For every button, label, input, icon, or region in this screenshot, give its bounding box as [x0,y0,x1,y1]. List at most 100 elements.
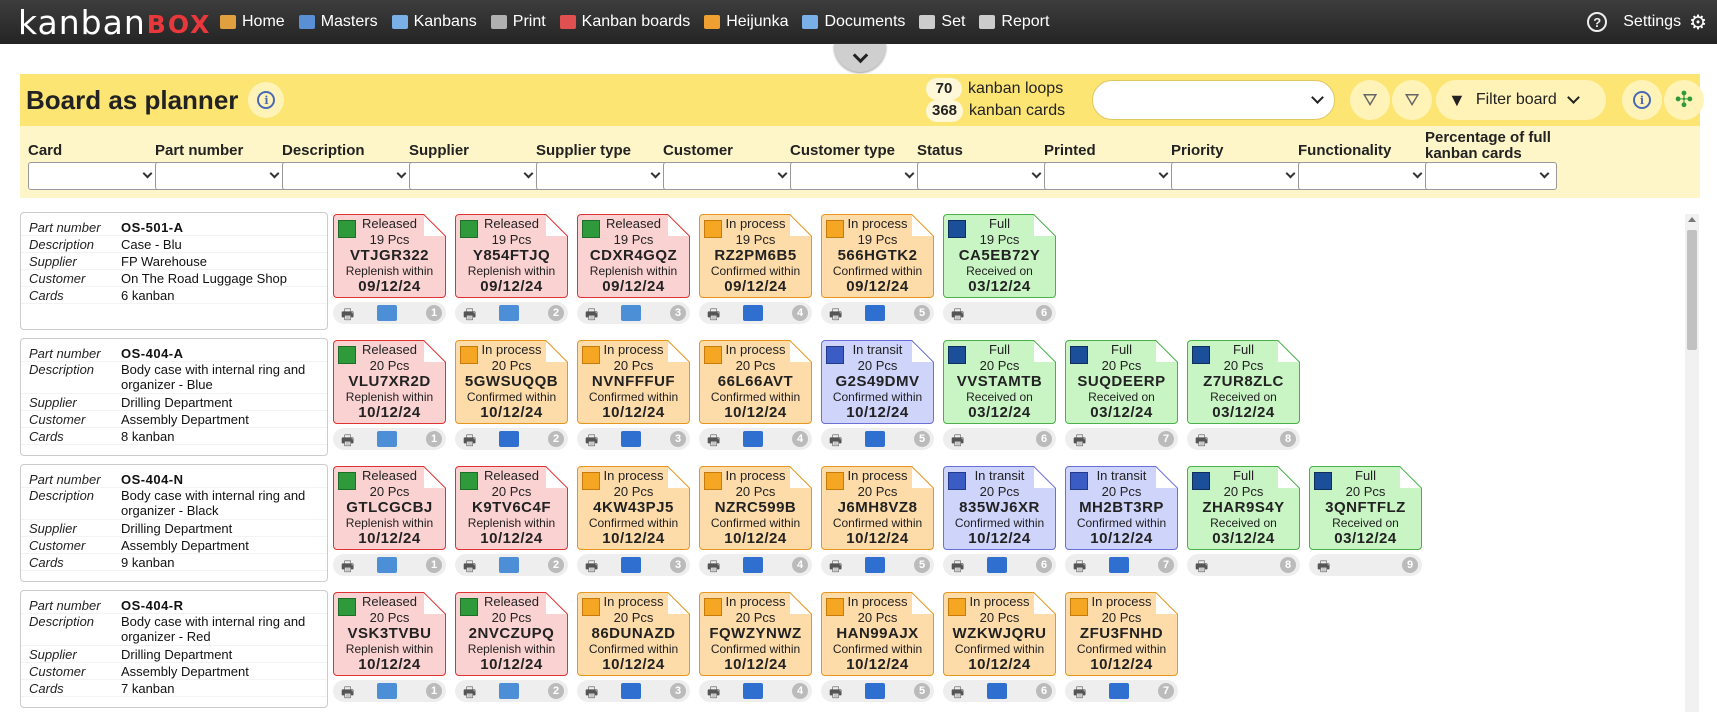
send-icon[interactable] [621,557,641,573]
remove-filter-button[interactable]: ⛛ [1392,80,1432,120]
filter-board-dropdown[interactable]: ▼ Filter board [1436,80,1606,120]
print-icon[interactable]: 🖶 [707,682,725,700]
scrollbar-thumb[interactable] [1687,230,1697,350]
update-icon[interactable] [499,305,519,321]
update-icon[interactable] [377,683,397,699]
update-icon[interactable] [377,431,397,447]
kanban-card[interactable]: In process 20 Pcs NVNFFFUF Confirmed within… [577,340,690,424]
update-icon[interactable] [377,557,397,573]
gear-icon[interactable]: ⚙ [1689,10,1707,35]
kanban-card[interactable]: Released 20 Pcs GTLCGCBJ Replenish within 10… [333,466,446,550]
kanban-card[interactable]: Released 19 Pcs CDXR4GQZ Replenish within 09… [577,214,690,298]
add-filter-button[interactable]: ⛛ [1350,80,1390,120]
kanban-card[interactable]: In transit 20 Pcs MH2BT3RP Confirmed within… [1065,466,1178,550]
print-icon[interactable]: 🖶 [585,304,603,322]
part-info-card[interactable]: Part number OS-404-R Description Body case … [20,590,328,708]
update-icon[interactable] [499,683,519,699]
kanban-card[interactable]: In process 20 Pcs WZKWJQRU Confirmed within… [943,592,1056,676]
board-info-button[interactable]: i [1622,80,1662,120]
nav-item-documents[interactable]: Documents [802,13,905,31]
kanban-card[interactable]: In process 20 Pcs FQWZYNWZ Confirmed within… [699,592,812,676]
print-icon[interactable]: 🖶 [829,682,847,700]
print-icon[interactable]: 🖶 [341,682,359,700]
print-icon[interactable]: 🖶 [1195,556,1213,574]
kanban-card[interactable]: In process 20 Pcs NZRC599B Confirmed within… [699,466,812,550]
kanban-card[interactable]: Full 20 Pcs VVSTAMTB Received on 03/12/24 [943,340,1056,424]
kanban-card[interactable]: Released 20 Pcs K9TV6C4F Replenish within 10… [455,466,568,550]
send-icon[interactable] [865,683,885,699]
send-icon[interactable] [743,431,763,447]
filter-select-functionality[interactable] [1298,162,1430,190]
help-icon[interactable]: ? [1587,12,1608,32]
kanban-card[interactable]: Released 20 Pcs 2NVCZUPQ Replenish within 10… [455,592,568,676]
send-icon[interactable] [865,305,885,321]
send-icon[interactable] [621,431,641,447]
kanban-card[interactable]: Released 19 Pcs Y854FTJQ Replenish within 09… [455,214,568,298]
part-info-card[interactable]: Part number OS-404-A Description Body case … [20,338,328,456]
kanban-card[interactable]: Released 19 Pcs VTJGR322 Replenish within 09… [333,214,446,298]
kanban-card[interactable]: In process 20 Pcs 86DUNAZD Confirmed within… [577,592,690,676]
send-icon[interactable] [743,683,763,699]
print-icon[interactable]: 🖶 [463,682,481,700]
nav-item-kanbans[interactable]: Kanbans [391,13,477,31]
board-search-select[interactable] [1092,80,1335,120]
update-icon[interactable] [621,305,641,321]
kanban-card[interactable]: Full 19 Pcs CA5EB72Y Received on 03/12/24 [943,214,1056,298]
kanban-card[interactable]: Full 20 Pcs 3QNFTFLZ Received on 03/12/24 [1309,466,1422,550]
send-icon[interactable] [743,557,763,573]
filter-select-percentage-of-full-kanban-cards[interactable] [1425,162,1557,190]
send-icon[interactable] [743,305,763,321]
filter-select-description[interactable] [282,162,414,190]
kanban-card[interactable]: Full 20 Pcs ZHAR9S4Y Received on 03/12/24 [1187,466,1300,550]
filter-select-customer[interactable] [663,162,795,190]
kanbanbox-logo[interactable]: kanban BOX [18,0,220,44]
kanban-card[interactable]: In process 19 Pcs 566HGTK2 Confirmed within… [821,214,934,298]
part-info-card[interactable]: Part number OS-404-N Description Body case … [20,464,328,582]
nav-item-kanban-boards[interactable]: Kanban boards [559,13,690,31]
print-icon[interactable]: 🖶 [951,304,969,322]
nav-item-set[interactable]: Set [919,13,965,31]
print-icon[interactable]: 🖶 [463,304,481,322]
print-icon[interactable]: 🖶 [951,430,969,448]
filter-select-card[interactable] [28,162,160,190]
kanban-card[interactable]: In process 20 Pcs 66L66AVT Confirmed within… [699,340,812,424]
print-icon[interactable]: 🖶 [707,430,725,448]
kanban-card[interactable]: In process 20 Pcs 4KW43PJ5 Confirmed within… [577,466,690,550]
vertical-scrollbar[interactable] [1685,214,1699,712]
kanban-card[interactable]: In transit 20 Pcs 835WJ6XR Confirmed within… [943,466,1056,550]
print-icon[interactable]: 🖶 [829,556,847,574]
nav-item-print[interactable]: Print [490,13,546,31]
print-icon[interactable]: 🖶 [341,304,359,322]
kanban-card[interactable]: In transit 20 Pcs G2S49DMV Confirmed within… [821,340,934,424]
send-icon[interactable] [1109,683,1129,699]
print-icon[interactable]: 🖶 [463,430,481,448]
print-icon[interactable]: 🖶 [707,556,725,574]
print-icon[interactable]: 🖶 [951,556,969,574]
scroll-up-arrow[interactable] [1688,217,1696,222]
kanban-card[interactable]: In process 19 Pcs RZ2PM6B5 Confirmed within… [699,214,812,298]
part-info-card[interactable]: Part number OS-501-A Description Case - Blu… [20,212,328,330]
kanban-card[interactable]: In process 20 Pcs 5GWSUQQB Confirmed within… [455,340,568,424]
nav-item-home[interactable]: Home [220,13,285,31]
print-icon[interactable]: 🖶 [1195,430,1213,448]
collapse-header-button[interactable] [834,44,886,72]
update-icon[interactable] [377,305,397,321]
title-info-button[interactable]: i [248,82,285,118]
send-icon[interactable] [987,683,1007,699]
kanban-card[interactable]: Full 20 Pcs Z7UR8ZLC Received on 03/12/24 [1187,340,1300,424]
print-icon[interactable]: 🖶 [585,430,603,448]
send-icon[interactable] [1109,557,1129,573]
fullscreen-button[interactable]: ✣ [1664,80,1704,120]
print-icon[interactable]: 🖶 [707,304,725,322]
print-icon[interactable]: 🖶 [341,556,359,574]
print-icon[interactable]: 🖶 [1073,430,1091,448]
filter-select-printed[interactable] [1044,162,1176,190]
print-icon[interactable]: 🖶 [1073,556,1091,574]
nav-item-report[interactable]: Report [979,13,1049,31]
kanban-card[interactable]: In process 20 Pcs ZFU3FNHD Confirmed within… [1065,592,1178,676]
kanban-card[interactable]: Full 20 Pcs SUQDEERP Received on 03/12/24 [1065,340,1178,424]
filter-select-status[interactable] [917,162,1049,190]
print-icon[interactable]: 🖶 [829,304,847,322]
print-icon[interactable]: 🖶 [341,430,359,448]
kanban-card[interactable]: Released 20 Pcs VSK3TVBU Replenish within 10… [333,592,446,676]
